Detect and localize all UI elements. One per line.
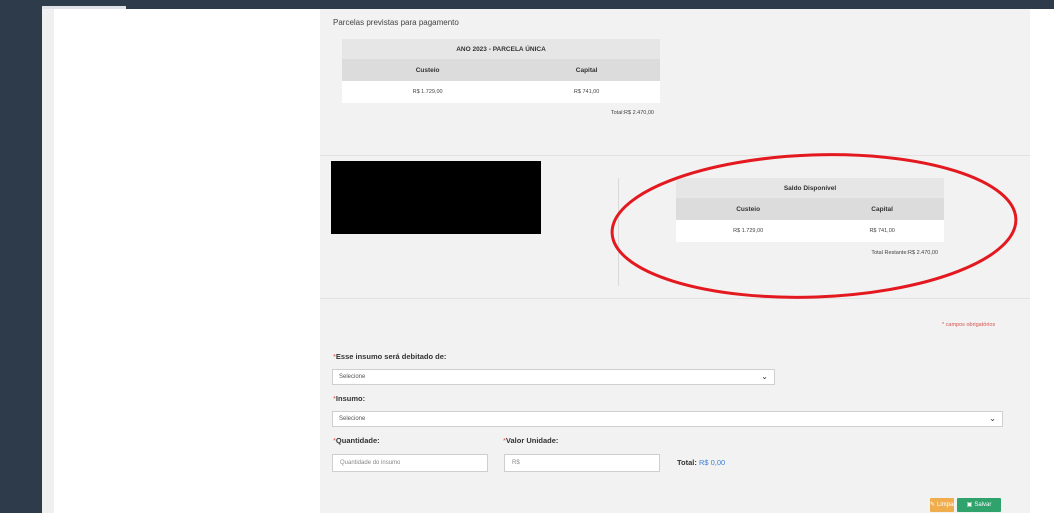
chevron-down-icon: ⌄	[761, 372, 768, 381]
total-value: R$ 0,00	[698, 458, 726, 467]
vertical-divider	[618, 178, 619, 286]
insumo-select-value: Selecione	[339, 416, 366, 422]
content-left-area	[54, 9, 320, 513]
quantidade-input[interactable]: Quantidade do insumo	[332, 454, 488, 472]
col-capital-header: Capital	[513, 59, 660, 81]
valor-unidade-label-text: Valor Unidade:	[505, 436, 559, 445]
payment-section-title: Parcelas previstas para pagamento	[333, 18, 459, 27]
balance-table: Saldo Disponível Custeio Capital R$ 1.72…	[676, 178, 944, 264]
redacted-block	[331, 161, 541, 234]
clear-button-label: Limpar	[937, 502, 956, 508]
quantidade-label: *Quantidade:	[333, 436, 380, 445]
save-button-label: Salvar	[974, 502, 992, 508]
valor-unidade-label: *Valor Unidade:	[503, 436, 558, 445]
capital-value: R$ 741,00	[513, 81, 660, 103]
debit-label: *Esse insumo será debitado de:	[333, 352, 446, 361]
sidebar	[0, 9, 42, 513]
sidebar-gutter	[42, 9, 54, 513]
quantidade-placeholder: Quantidade do insumo	[340, 460, 401, 466]
top-bar	[0, 0, 1054, 9]
section-divider	[320, 298, 1030, 299]
capital-value: R$ 741,00	[820, 220, 944, 242]
right-margin	[1030, 9, 1054, 513]
col-capital-header: Capital	[820, 198, 944, 220]
eraser-icon: ✎	[930, 502, 936, 508]
debit-select[interactable]: Selecione ⌄	[332, 369, 775, 385]
valor-unidade-placeholder: R$	[512, 460, 520, 466]
debit-select-value: Selecione	[339, 374, 366, 380]
insumo-select[interactable]: Selecione ⌄	[332, 411, 1003, 427]
chevron-down-icon: ⌄	[989, 414, 996, 423]
total-display: Total: R$ 0,00	[677, 458, 725, 467]
balance-caption: Saldo Disponível	[783, 184, 837, 192]
insumo-label-text: Insumo:	[335, 394, 366, 403]
insumo-label: *Insumo:	[333, 394, 365, 403]
custeio-value: R$ 1.729,00	[676, 220, 821, 242]
debit-label-text: Esse insumo será debitado de:	[335, 352, 447, 361]
installments-table: ANO 2023 - PARCELA ÚNICA Custeio Capital…	[342, 39, 660, 123]
save-icon: ▣	[966, 502, 973, 508]
custeio-value: R$ 1.729,00	[342, 81, 514, 103]
installments-caption: ANO 2023 - PARCELA ÚNICA	[456, 45, 546, 53]
installments-total: Total:R$ 2.470,00	[342, 103, 660, 123]
col-custeio-header: Custeio	[676, 198, 821, 220]
section-divider	[320, 155, 1030, 156]
total-label: Total:	[677, 458, 697, 467]
balance-total: Total Restante:R$ 2.470,00	[676, 242, 944, 264]
save-button[interactable]: ▣ Salvar	[957, 498, 1001, 512]
col-custeio-header: Custeio	[342, 59, 514, 81]
quantidade-label-text: Quantidade:	[335, 436, 380, 445]
clear-button[interactable]: ✎ Limpar	[930, 498, 956, 512]
valor-unidade-input[interactable]: R$	[504, 454, 660, 472]
required-fields-note: * campos obrigatórios	[942, 322, 996, 328]
